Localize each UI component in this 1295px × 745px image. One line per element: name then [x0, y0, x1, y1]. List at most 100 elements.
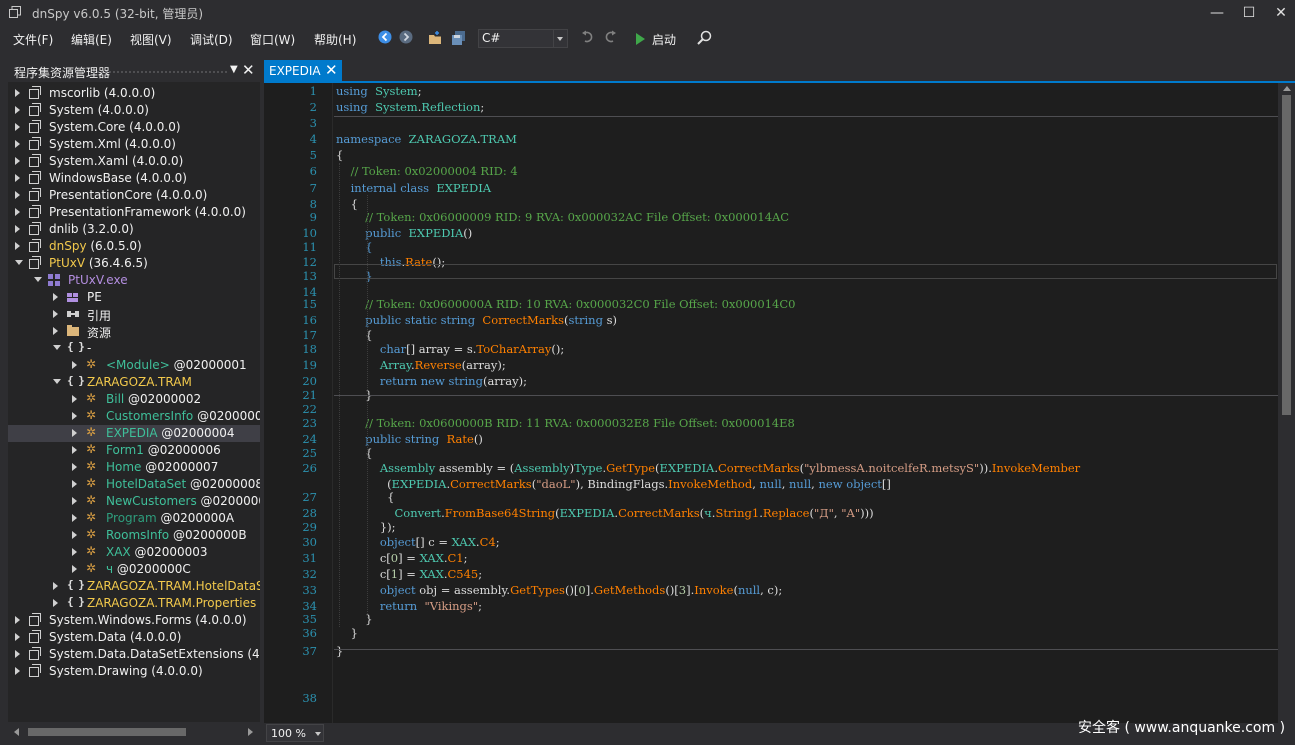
- menu-file[interactable]: 文件(F): [13, 31, 53, 48]
- collapsed-arrow-icon[interactable]: [72, 480, 77, 488]
- tab-expedia[interactable]: EXPEDIA ✕: [264, 60, 342, 82]
- menu-debug[interactable]: 调试(D): [190, 31, 233, 48]
- collapsed-arrow-icon[interactable]: [72, 497, 77, 505]
- collapsed-arrow-icon[interactable]: [53, 293, 58, 301]
- tree-item[interactable]: System.Drawing (4.0.0.0): [8, 663, 260, 680]
- tree-item[interactable]: dnlib (3.2.0.0): [8, 221, 260, 238]
- tree-item[interactable]: 资源: [8, 323, 260, 340]
- tree-item[interactable]: ✲ RoomsInfo @0200000B: [8, 527, 260, 544]
- scroll-up-icon[interactable]: [1283, 86, 1291, 91]
- panel-menu-icon[interactable]: ▼: [230, 64, 238, 75]
- code-line[interactable]: 25 {: [264, 446, 1278, 462]
- tree-item[interactable]: mscorlib (4.0.0.0): [8, 85, 260, 102]
- redo-icon[interactable]: [603, 30, 617, 48]
- tree-item[interactable]: System.Xaml (4.0.0.0): [8, 153, 260, 170]
- code-line[interactable]: 30 object[] c = XAX.C4;: [264, 535, 1278, 551]
- menu-window[interactable]: 窗口(W): [250, 31, 295, 48]
- tree-item[interactable]: ✲ XAX @02000003: [8, 544, 260, 561]
- collapsed-arrow-icon[interactable]: [72, 514, 77, 522]
- expanded-arrow-icon[interactable]: [15, 260, 23, 265]
- code-line[interactable]: 29 });: [264, 520, 1278, 536]
- code-line[interactable]: 38: [264, 691, 1278, 707]
- forward-icon[interactable]: [399, 30, 413, 48]
- collapsed-arrow-icon[interactable]: [15, 650, 20, 658]
- collapsed-arrow-icon[interactable]: [15, 140, 20, 148]
- tree-item[interactable]: ✲ <Module> @02000001: [8, 357, 260, 374]
- code-line[interactable]: 6 // Token: 0x02000004 RID: 4: [264, 164, 1278, 180]
- collapsed-arrow-icon[interactable]: [72, 395, 77, 403]
- collapsed-arrow-icon[interactable]: [15, 123, 20, 131]
- chevron-down-icon[interactable]: [315, 732, 321, 736]
- tree-item[interactable]: PresentationCore (4.0.0.0): [8, 187, 260, 204]
- tree-item[interactable]: ✲ Form1 @02000006: [8, 442, 260, 459]
- collapsed-arrow-icon[interactable]: [72, 565, 77, 573]
- collapsed-arrow-icon[interactable]: [15, 633, 20, 641]
- tree-item[interactable]: ✲ NewCustomers @02000009: [8, 493, 260, 510]
- expanded-arrow-icon[interactable]: [53, 345, 61, 350]
- tree-item[interactable]: ✲ HotelDataSet @02000008: [8, 476, 260, 493]
- code-line[interactable]: 5{: [264, 148, 1278, 164]
- tree-horizontal-scrollbar[interactable]: [8, 722, 260, 742]
- collapsed-arrow-icon[interactable]: [53, 582, 58, 590]
- code-line[interactable]: 27 {: [264, 490, 1278, 506]
- code-line[interactable]: 15 // Token: 0x0600000A RID: 10 RVA: 0x0…: [264, 297, 1278, 313]
- code-line[interactable]: 32 c[1] = XAX.C545;: [264, 567, 1278, 583]
- code-line[interactable]: 37}: [264, 644, 1278, 660]
- save-icon[interactable]: [451, 30, 467, 48]
- tree-item[interactable]: PE: [8, 289, 260, 306]
- tree-item[interactable]: ✲ Program @0200000A: [8, 510, 260, 527]
- code-line[interactable]: 36 }: [264, 626, 1278, 642]
- collapsed-arrow-icon[interactable]: [72, 548, 77, 556]
- tree-item[interactable]: ✲ EXPEDIA @02000004: [8, 425, 260, 442]
- language-select[interactable]: C#: [478, 29, 568, 48]
- expanded-arrow-icon[interactable]: [34, 277, 42, 282]
- collapsed-arrow-icon[interactable]: [72, 412, 77, 420]
- tree-item[interactable]: PresentationFramework (4.0.0.0): [8, 204, 260, 221]
- zoom-select[interactable]: 100 %: [266, 724, 324, 742]
- collapsed-arrow-icon[interactable]: [15, 191, 20, 199]
- collapsed-arrow-icon[interactable]: [15, 242, 20, 250]
- scroll-left-icon[interactable]: [14, 728, 19, 736]
- code-line[interactable]: 18 char[] array = s.ToCharArray();: [264, 342, 1278, 358]
- tree-item[interactable]: { } ZARAGOZA.TRAM: [8, 374, 260, 391]
- menu-edit[interactable]: 编辑(E): [71, 31, 112, 48]
- tree-item[interactable]: { } -: [8, 340, 260, 357]
- code-line[interactable]: 4 namespace ZARAGOZA.TRAM: [264, 132, 1278, 148]
- search-icon[interactable]: [697, 30, 712, 48]
- tree-item[interactable]: System.Data (4.0.0.0): [8, 629, 260, 646]
- tree-item[interactable]: PtUxV.exe: [8, 272, 260, 289]
- code-line[interactable]: 19 Array.Reverse(array);: [264, 358, 1278, 374]
- code-line[interactable]: 2 using System.Reflection;: [264, 100, 1278, 116]
- tree-item[interactable]: System.Data.DataSetExtensions (4.0.0.0): [8, 646, 260, 663]
- code-line[interactable]: 3: [264, 116, 1278, 132]
- tab-close-icon[interactable]: ✕: [325, 61, 338, 79]
- expanded-arrow-icon[interactable]: [53, 379, 61, 384]
- tree-item[interactable]: WindowsBase (4.0.0.0): [8, 170, 260, 187]
- menu-help[interactable]: 帮助(H): [314, 31, 356, 48]
- collapsed-arrow-icon[interactable]: [53, 310, 58, 318]
- tree-item[interactable]: { } ZARAGOZA.TRAM.HotelDataSet: [8, 578, 260, 595]
- tree-item[interactable]: 引用: [8, 306, 260, 323]
- scroll-thumb[interactable]: [1282, 95, 1291, 415]
- code-editor[interactable]: 1 using System; 2 using System.Reflection; 3…: [264, 83, 1278, 723]
- tree-item[interactable]: System.Windows.Forms (4.0.0.0): [8, 612, 260, 629]
- collapsed-arrow-icon[interactable]: [15, 174, 20, 182]
- collapsed-arrow-icon[interactable]: [15, 157, 20, 165]
- undo-icon[interactable]: [581, 30, 595, 48]
- collapsed-arrow-icon[interactable]: [53, 599, 58, 607]
- close-button[interactable]: ✕: [1264, 2, 1295, 24]
- tree-item[interactable]: System.Xml (4.0.0.0): [8, 136, 260, 153]
- tree-item[interactable]: ✲ CustomersInfo @02000005: [8, 408, 260, 425]
- collapsed-arrow-icon[interactable]: [15, 106, 20, 114]
- code-line[interactable]: 11 {: [264, 240, 1278, 256]
- collapsed-arrow-icon[interactable]: [53, 327, 58, 335]
- code-line[interactable]: 1 using System;: [264, 84, 1278, 100]
- assembly-tree[interactable]: mscorlib (4.0.0.0) System (4.0.0.0) System…: [8, 82, 260, 722]
- minimize-button[interactable]: —: [1200, 2, 1234, 24]
- collapsed-arrow-icon[interactable]: [72, 446, 77, 454]
- collapsed-arrow-icon[interactable]: [15, 89, 20, 97]
- collapsed-arrow-icon[interactable]: [72, 429, 77, 437]
- tree-item[interactable]: dnSpy (6.0.5.0): [8, 238, 260, 255]
- code-line[interactable]: 16 public static string CorrectMarks(str…: [264, 313, 1278, 329]
- panel-close-icon[interactable]: ✕: [242, 61, 255, 79]
